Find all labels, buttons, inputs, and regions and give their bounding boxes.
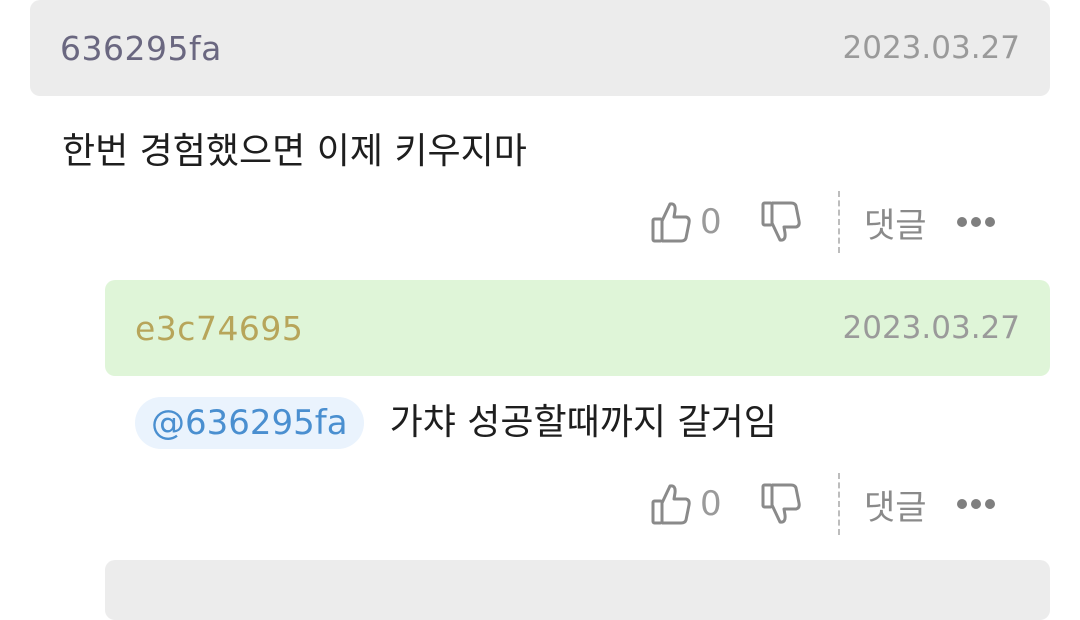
reply-button[interactable]: 댓글 [864, 198, 927, 247]
comment-actions: 0 댓글 [650, 190, 995, 254]
comment-author[interactable]: 636295fa [60, 29, 222, 68]
reply-text: 가챠 성공할때까지 갈거임 [389, 402, 777, 443]
more-options-icon[interactable] [956, 499, 995, 509]
more-options-icon[interactable] [956, 217, 995, 227]
reply-actions: 0 댓글 [650, 472, 995, 536]
reply-button[interactable]: 댓글 [864, 480, 927, 529]
like-count: 0 [700, 484, 722, 524]
thumbs-down-icon[interactable] [760, 482, 802, 526]
action-divider [838, 473, 840, 535]
mention-tag[interactable]: @636295fa [135, 397, 364, 449]
reply-author[interactable]: e3c74695 [135, 309, 303, 348]
comment-header: 636295fa 2023.03.27 [30, 0, 1050, 96]
reply-text-row: @636295fa 가챠 성공할때까지 갈거임 [135, 393, 777, 449]
comment-text: 한번 경험했으면 이제 키우지마 [62, 131, 527, 172]
next-comment-header [105, 560, 1050, 620]
reply-date: 2023.03.27 [842, 310, 1021, 346]
thumbs-up-icon[interactable] [650, 482, 692, 526]
like-count: 0 [700, 202, 722, 242]
comment-date: 2023.03.27 [842, 30, 1021, 66]
thumbs-down-icon[interactable] [760, 200, 802, 244]
reply-header: e3c74695 2023.03.27 [105, 280, 1050, 376]
thumbs-up-icon[interactable] [650, 200, 692, 244]
action-divider [838, 191, 840, 253]
